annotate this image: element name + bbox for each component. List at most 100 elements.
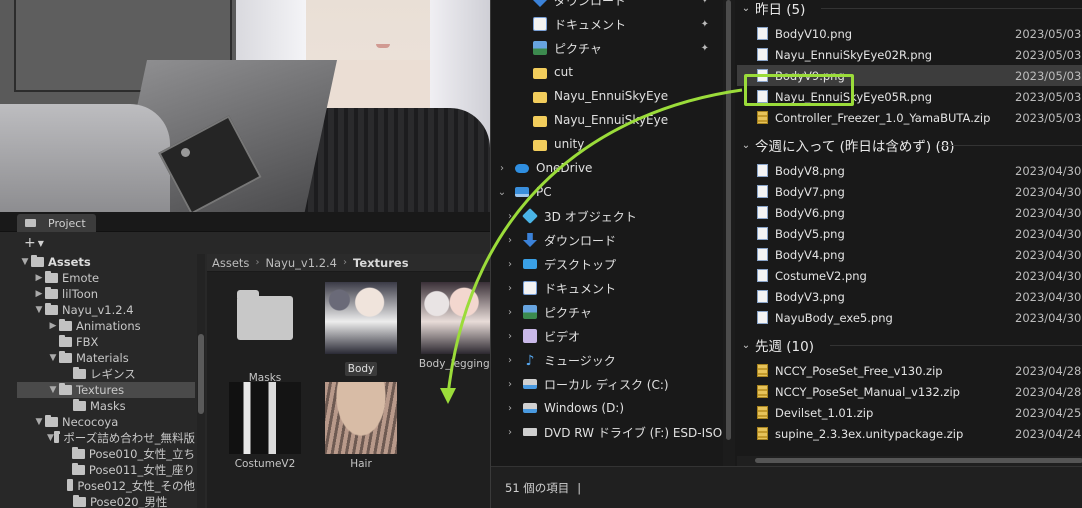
scrollbar-thumb[interactable] xyxy=(726,0,731,440)
nav-item[interactable]: › ピクチャ xyxy=(491,300,723,324)
tree-item[interactable]: ▼ Textures xyxy=(17,382,195,398)
expand-right-icon[interactable]: ▶ xyxy=(33,273,45,283)
asset-item[interactable]: Body xyxy=(321,282,401,379)
project-folder-tree[interactable]: ▼ Assets ▶ Emote ▶ lilToon ▼ Nayu_v1.2.4 ▶ Animat… xyxy=(17,254,195,508)
file-group-header[interactable]: ⌄ 昨日 (5) xyxy=(737,0,806,20)
scrollbar-thumb[interactable] xyxy=(198,334,204,414)
navigation-scrollbar[interactable] xyxy=(723,0,735,466)
nav-item[interactable]: › ローカル ディスク (C:) xyxy=(491,372,723,396)
scene-view[interactable] xyxy=(0,0,490,212)
tree-item[interactable]: FBX xyxy=(17,334,195,350)
tree-item[interactable]: ▶ Animations xyxy=(17,318,195,334)
chevron-down-icon[interactable]: ⌄ xyxy=(737,340,755,351)
nav-item[interactable]: ダウンロード ✦ xyxy=(491,0,723,12)
file-row[interactable]: CostumeV2.png 2023/04/30 2 xyxy=(737,265,1082,286)
breadcrumb-item[interactable]: Assets xyxy=(212,256,249,270)
asset-item[interactable]: Hair xyxy=(321,382,401,470)
chevron-right-icon[interactable]: › xyxy=(503,331,517,342)
file-row[interactable]: BodyV3.png 2023/04/30 2 xyxy=(737,286,1082,307)
chevron-right-icon[interactable]: › xyxy=(503,379,517,390)
tree-item[interactable]: Pose010_女性_立ち xyxy=(17,446,195,462)
file-row[interactable]: BodyV5.png 2023/04/30 2 xyxy=(737,223,1082,244)
breadcrumb-item[interactable]: Nayu_v1.2.4 xyxy=(265,256,337,270)
chevron-right-icon[interactable]: › xyxy=(503,403,517,414)
nav-item[interactable]: › ♪ ミュージック xyxy=(491,348,723,372)
navigation-pane[interactable]: ダウンロード ✦ ドキュメント ✦ ピクチャ ✦ cut Nayu_EnnuiSkyEye Na… xyxy=(491,0,723,466)
file-row[interactable]: BodyV4.png 2023/04/30 2 xyxy=(737,244,1082,265)
nav-item[interactable]: › ビデオ xyxy=(491,324,723,348)
nav-item[interactable]: ⌄ PC xyxy=(491,180,723,204)
expand-down-icon[interactable]: ▼ xyxy=(47,385,59,395)
file-group-header[interactable]: ⌄ 今週に入って (昨日は含めず) (8) xyxy=(737,133,955,157)
file-group-header[interactable]: ⌄ 先週 (10) xyxy=(737,333,814,357)
expand-down-icon[interactable]: ▼ xyxy=(33,305,45,315)
expand-down-icon[interactable]: ▼ xyxy=(47,353,59,363)
file-row[interactable]: Controller_Freezer_1.0_YamaBUTA.zip 2023/… xyxy=(737,107,1082,128)
tree-item[interactable]: ▼ ポーズ詰め合わせ_無料版 xyxy=(17,430,195,446)
chevron-right-icon[interactable]: › xyxy=(495,163,509,174)
tree-item[interactable]: ▼ Necocoya xyxy=(17,414,195,430)
expand-down-icon[interactable]: ▼ xyxy=(33,417,45,427)
asset-item[interactable]: CostumeV2 xyxy=(225,382,305,470)
chevron-right-icon[interactable]: › xyxy=(503,211,517,222)
nav-item[interactable]: › ドキュメント xyxy=(491,276,723,300)
file-row[interactable]: Devilset_1.01.zip 2023/04/25 0 xyxy=(737,402,1082,423)
nav-item[interactable]: Nayu_EnnuiSkyEye xyxy=(491,108,723,132)
chevron-down-icon[interactable]: ⌄ xyxy=(495,187,509,198)
expand-right-icon[interactable]: ▶ xyxy=(47,321,59,331)
tree-item[interactable]: レギンス xyxy=(17,366,195,382)
asset-item[interactable]: Body_leggings xyxy=(417,282,497,370)
chevron-right-icon[interactable]: › xyxy=(503,355,517,366)
file-row[interactable]: Nayu_EnnuiSkyEye02R.png 2023/05/03 2 xyxy=(737,44,1082,65)
file-row[interactable]: BodyV6.png 2023/04/30 2 xyxy=(737,202,1082,223)
nav-item[interactable]: Nayu_EnnuiSkyEye xyxy=(491,84,723,108)
chevron-right-icon[interactable]: › xyxy=(503,427,517,438)
file-row[interactable]: BodyV7.png 2023/04/30 2 xyxy=(737,181,1082,202)
nav-item[interactable]: › デスクトップ xyxy=(491,252,723,276)
chevron-down-icon[interactable]: ⌄ xyxy=(737,140,755,151)
tab-project[interactable]: Project xyxy=(17,214,96,232)
chevron-right-icon[interactable]: › xyxy=(503,307,517,318)
horizontal-scrollbar[interactable] xyxy=(737,456,1082,466)
chevron-right-icon[interactable]: › xyxy=(503,235,517,246)
file-row[interactable]: NCCY_PoseSet_Manual_v132.zip 2023/04/28 1 xyxy=(737,381,1082,402)
file-row[interactable]: BodyV9.png 2023/05/03 1 xyxy=(737,65,1082,86)
tree-item[interactable]: ▼ Assets xyxy=(17,254,195,270)
tree-item[interactable]: Masks xyxy=(17,398,195,414)
file-row[interactable]: NCCY_PoseSet_Free_v130.zip 2023/04/28 1 xyxy=(737,360,1082,381)
folder-tree-scrollbar[interactable] xyxy=(197,254,205,508)
tree-item[interactable]: ▶ Emote xyxy=(17,270,195,286)
file-row[interactable]: BodyV8.png 2023/04/30 2 xyxy=(737,160,1082,181)
nav-item[interactable]: › ダウンロード xyxy=(491,228,723,252)
nav-item[interactable]: › OneDrive xyxy=(491,156,723,180)
nav-item[interactable]: › Windows (D:) xyxy=(491,396,723,420)
file-row[interactable]: BodyV10.png 2023/05/03 2 xyxy=(737,23,1082,44)
expand-right-icon[interactable]: ▶ xyxy=(33,289,45,299)
nav-item[interactable]: › 3D オブジェクト xyxy=(491,204,723,228)
file-list[interactable]: ⌄昨日 (5)BodyV10.png2023/05/03 2Nayu_Ennui… xyxy=(737,0,1082,466)
chevron-down-icon[interactable]: ⌄ xyxy=(737,3,755,14)
expand-down-icon[interactable]: ▼ xyxy=(19,257,31,267)
chevron-right-icon[interactable]: › xyxy=(503,283,517,294)
nav-item[interactable]: › DVD RW ドライブ (F:) ESD-ISO xyxy=(491,420,723,444)
tree-item[interactable]: Pose011_女性_座り xyxy=(17,462,195,478)
nav-item[interactable]: cut xyxy=(491,60,723,84)
file-row[interactable]: Nayu_EnnuiSkyEye05R.png 2023/05/03 1 xyxy=(737,86,1082,107)
file-row[interactable]: NayuBody_exe5.png 2023/04/30 1 xyxy=(737,307,1082,328)
tree-item[interactable]: ▶ lilToon xyxy=(17,286,195,302)
create-asset-button[interactable]: + ▼ xyxy=(24,235,44,251)
nav-item[interactable]: ドキュメント ✦ xyxy=(491,12,723,36)
asset-item[interactable]: Masks xyxy=(225,282,305,384)
breadcrumb-item[interactable]: Textures xyxy=(353,256,409,270)
chevron-right-icon[interactable]: › xyxy=(503,259,517,270)
asset-browser[interactable]: Assets › Nayu_v1.2.4 › Textures Masks Body Bod… xyxy=(207,254,495,508)
nav-item[interactable]: unity xyxy=(491,132,723,156)
file-row[interactable]: supine_2.3.3ex.unitypackage.zip 2023/04/2… xyxy=(737,423,1082,444)
tree-item[interactable]: ▼ Materials xyxy=(17,350,195,366)
tree-item[interactable]: Pose012_女性_その他 xyxy=(17,478,195,494)
expand-down-icon[interactable]: ▼ xyxy=(47,433,54,443)
tree-item[interactable]: ▼ Nayu_v1.2.4 xyxy=(17,302,195,318)
tree-item[interactable]: Pose020_男性 xyxy=(17,494,195,508)
scrollbar-thumb[interactable] xyxy=(755,458,1082,463)
nav-item[interactable]: ピクチャ ✦ xyxy=(491,36,723,60)
